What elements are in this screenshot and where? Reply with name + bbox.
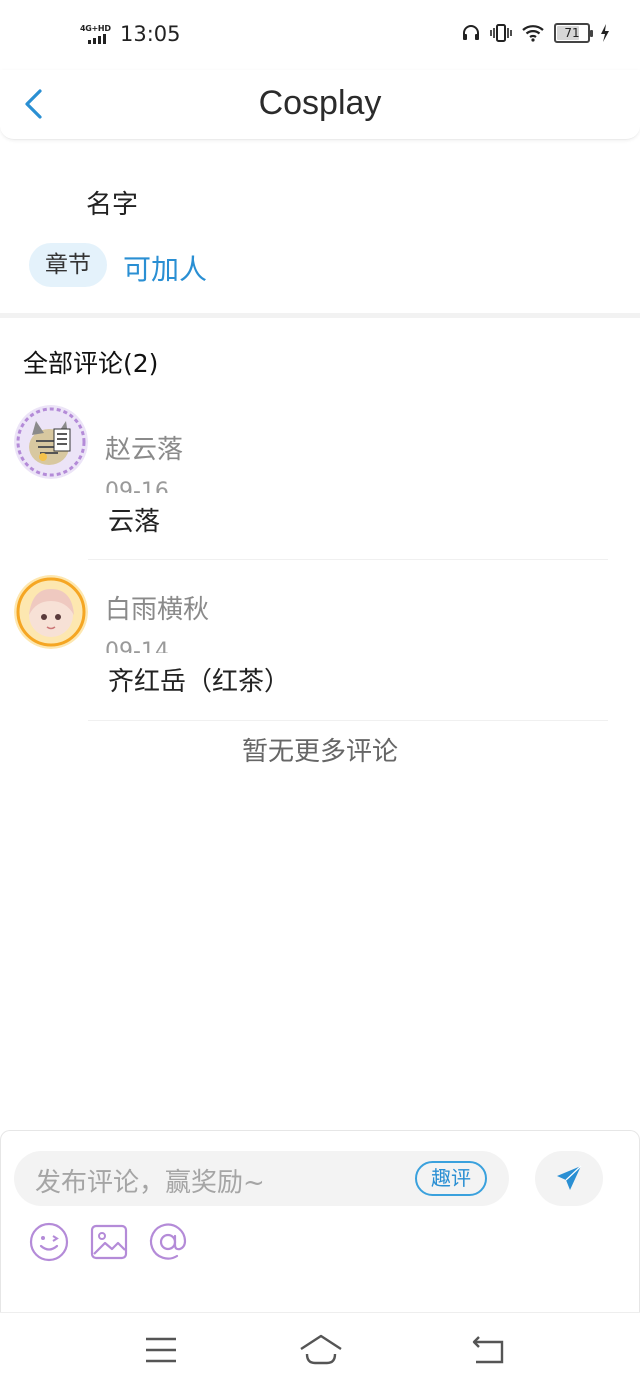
- name-label: 名字: [86, 190, 139, 220]
- comments-title: 全部评论(2): [23, 349, 159, 378]
- battery-level: 71: [564, 26, 580, 40]
- qupin-button[interactable]: 趣评: [415, 1161, 487, 1196]
- comment-date: 09-16: [105, 479, 169, 493]
- charging-bolt-icon: [601, 24, 609, 42]
- send-button[interactable]: [535, 1151, 603, 1206]
- avatar[interactable]: [14, 405, 88, 479]
- home-icon: [300, 1334, 342, 1365]
- send-icon: [557, 1165, 582, 1190]
- status-time: 13:05: [120, 22, 181, 46]
- chapter-chip[interactable]: 章节: [29, 243, 107, 287]
- network-type: 4G+HD: [80, 24, 111, 33]
- home-nav-button[interactable]: [299, 1333, 342, 1367]
- headphones-icon: [463, 25, 479, 40]
- comment-divider: [88, 559, 608, 560]
- status-bar: 4G+HD 13:05 71: [0, 0, 640, 70]
- work-info: 名字 章节 可加人: [0, 140, 640, 315]
- cellular-signal-icon: 4G+HD: [80, 24, 116, 46]
- comment-date: 09-14: [105, 639, 169, 653]
- comment-divider: [88, 720, 608, 721]
- at-sign-icon: [149, 1223, 187, 1260]
- comment-input[interactable]: 发布评论，赢奖励~ 趣评: [14, 1151, 509, 1206]
- section-divider: [0, 313, 640, 318]
- chapter-link[interactable]: 可加人: [123, 248, 207, 288]
- header: Cosplay: [0, 70, 640, 140]
- page-title: Cosplay: [258, 84, 382, 122]
- status-icons: 71: [462, 23, 610, 43]
- no-more-comments: 暂无更多评论: [241, 737, 398, 767]
- emoji-button[interactable]: [28, 1221, 70, 1263]
- vibrate-icon: [490, 24, 512, 42]
- avatar[interactable]: [14, 575, 88, 649]
- back-arrow-icon: [472, 1336, 504, 1364]
- menu-icon: [146, 1337, 176, 1363]
- comment-text: 齐红岳（红茶）: [108, 667, 291, 697]
- comment-username[interactable]: 白雨横秋: [105, 589, 209, 626]
- smiley-icon: [29, 1222, 69, 1262]
- back-nav-button[interactable]: [470, 1333, 510, 1367]
- comment-username[interactable]: 赵云落: [105, 429, 183, 466]
- image-button[interactable]: [88, 1221, 130, 1263]
- comment-text: 云落: [108, 507, 161, 537]
- comment-composer: 发布评论，赢奖励~ 趣评: [0, 1130, 640, 1312]
- menu-nav-button[interactable]: [142, 1333, 182, 1367]
- system-nav-bar: [0, 1312, 640, 1387]
- image-icon: [90, 1224, 128, 1260]
- wifi-icon: [522, 25, 544, 42]
- comment-input-placeholder: 发布评论，赢奖励~: [35, 1168, 265, 1198]
- mention-button[interactable]: [147, 1221, 189, 1263]
- battery-icon: 71: [554, 23, 593, 43]
